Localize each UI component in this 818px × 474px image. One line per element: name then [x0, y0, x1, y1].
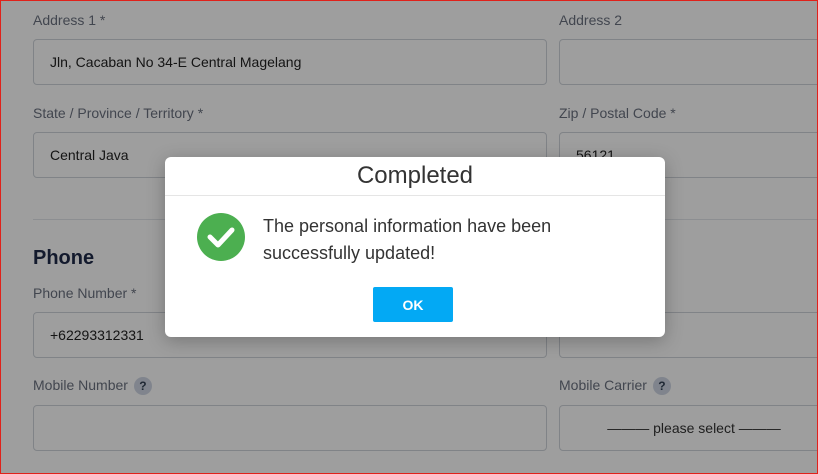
completion-dialog: Completed The personal information have …: [165, 157, 665, 337]
check-circle-icon: [197, 213, 245, 261]
ok-button[interactable]: OK: [373, 287, 453, 322]
dialog-body: The personal information have been succe…: [197, 213, 641, 267]
dialog-message: The personal information have been succe…: [263, 216, 552, 263]
page-frame: Address 1 * Jln, Cacaban No 34-E Central…: [0, 0, 818, 474]
dialog-title: Completed: [165, 157, 665, 196]
